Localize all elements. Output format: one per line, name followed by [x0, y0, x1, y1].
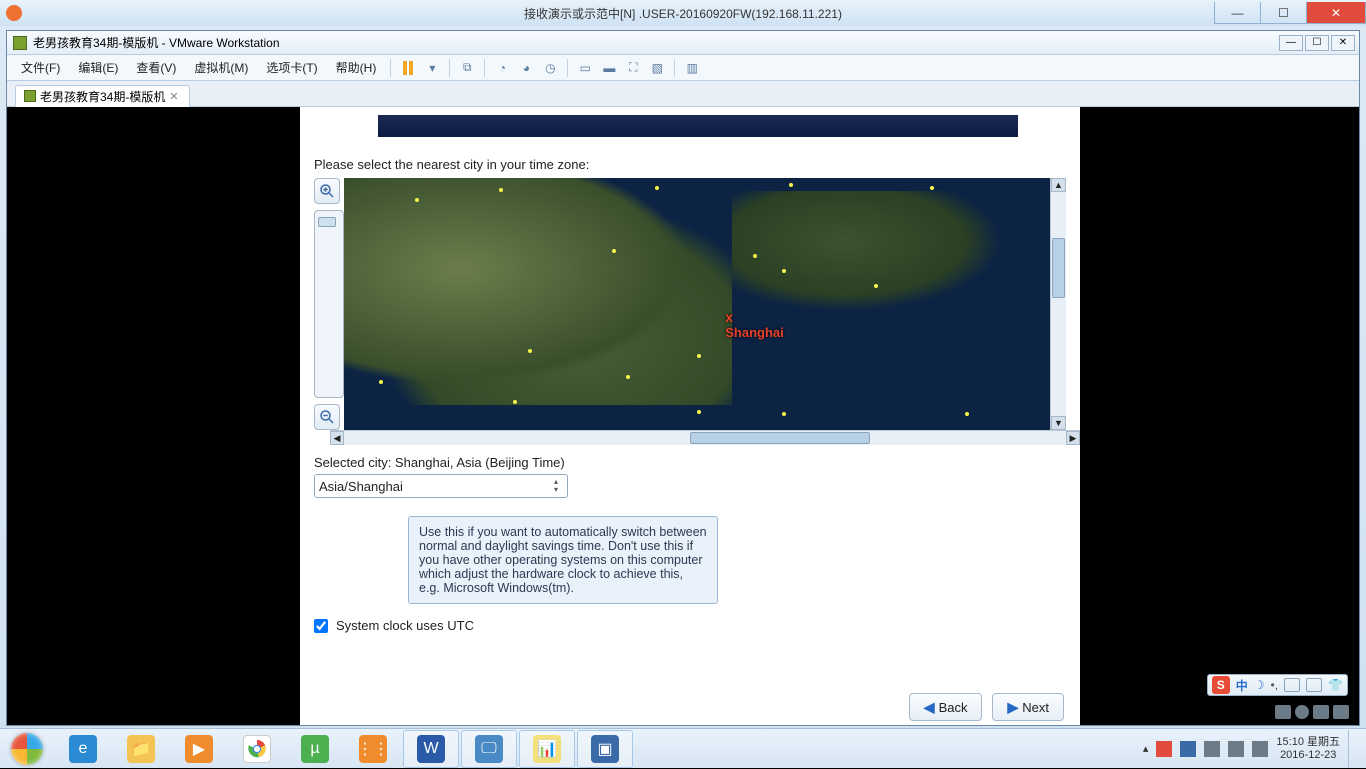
ime-punct-icon[interactable]: •,: [1271, 678, 1279, 692]
ime-settings-icon[interactable]: [1306, 678, 1322, 692]
installer-header-bar: [378, 115, 1018, 137]
toolbar-view-console-button[interactable]: ▬: [598, 58, 620, 78]
vm-device-usb-icon[interactable]: [1333, 705, 1349, 719]
remote-title: 接收演示或示范中[N] .USER-20160920FW(192.168.11.…: [524, 5, 842, 22]
windows-logo-icon: [11, 733, 43, 765]
toolbar-snapshot-revert-button[interactable]: ◕: [515, 58, 537, 78]
toolbar-library-button[interactable]: ▥: [681, 58, 703, 78]
toolbar-pause-button[interactable]: [397, 58, 419, 78]
selected-city-label: Selected city: Shanghai, Asia (Beijing T…: [314, 455, 1080, 470]
window-maximize-button[interactable]: ☐: [1260, 2, 1306, 24]
remote-app-icon: [6, 5, 22, 21]
show-desktop-button[interactable]: [1348, 730, 1358, 768]
vmware-close-button[interactable]: ✕: [1331, 35, 1355, 51]
menu-file[interactable]: 文件(F): [13, 56, 68, 79]
vmware-maximize-button[interactable]: ☐: [1305, 35, 1329, 51]
taskbar-app-orange-button[interactable]: ⋮⋮: [345, 730, 401, 768]
system-clock-utc-label: System clock uses UTC: [336, 618, 474, 633]
toolbar-snapshot-button[interactable]: ◔: [491, 58, 513, 78]
timezone-prompt: Please select the nearest city in your t…: [314, 157, 1080, 172]
vmware-icon: [13, 36, 27, 50]
toolbar-send-ctrl-alt-del-button[interactable]: ⧉: [456, 58, 478, 78]
taskbar-mediaplayer-button[interactable]: ▶: [171, 730, 227, 768]
vm-tab[interactable]: 老男孩教育34期-模版机 ✕: [15, 85, 190, 107]
selected-city-marker: xShanghai: [725, 309, 784, 340]
map-zoom-out-button[interactable]: [314, 404, 340, 430]
vm-device-hdd-icon[interactable]: [1275, 705, 1291, 719]
ime-softkeyboard-icon[interactable]: [1284, 678, 1300, 692]
timezone-value: Asia/Shanghai: [319, 479, 403, 494]
remote-titlebar: 接收演示或示范中[N] .USER-20160920FW(192.168.11.…: [0, 0, 1366, 26]
tray-flag-icon[interactable]: [1156, 741, 1172, 757]
vmware-menubar: 文件(F) 编辑(E) 查看(V) 虚拟机(M) 选项卡(T) 帮助(H) ▾ …: [7, 55, 1359, 81]
toolbar-fullscreen-button[interactable]: ⛶: [622, 58, 644, 78]
timezone-combobox[interactable]: Asia/Shanghai ▴▾: [314, 474, 568, 498]
window-minimize-button[interactable]: —: [1214, 2, 1260, 24]
tray-chevron-icon[interactable]: ▴: [1143, 742, 1149, 755]
tray-clock[interactable]: 15:10 星期五 2016-12-23: [1276, 736, 1340, 762]
vm-device-cd-icon[interactable]: [1295, 705, 1309, 719]
vmware-title: 老男孩教育34期-模版机 - VMware Workstation: [33, 34, 280, 51]
menu-vm[interactable]: 虚拟机(M): [186, 56, 256, 79]
next-button[interactable]: ▶Next: [992, 693, 1064, 721]
vm-tab-label: 老男孩教育34期-模版机: [40, 88, 165, 105]
sogou-ime-icon[interactable]: S: [1212, 676, 1230, 694]
vm-device-net-icon[interactable]: [1313, 705, 1329, 719]
vm-display[interactable]: Please select the nearest city in your t…: [7, 107, 1359, 725]
vmware-titlebar: 老男孩教育34期-模版机 - VMware Workstation — ☐ ✕: [7, 31, 1359, 55]
taskbar-explorer-button[interactable]: 📁: [113, 730, 169, 768]
ime-toolbar[interactable]: S 中 ☽ •, 👕: [1207, 674, 1348, 696]
vm-tab-close-icon[interactable]: ✕: [169, 90, 181, 102]
back-button[interactable]: ◀Back: [909, 693, 983, 721]
taskbar-notes-button[interactable]: 📊: [519, 730, 575, 768]
vmware-tabbar: 老男孩教育34期-模版机 ✕: [7, 81, 1359, 107]
toolbar-snapshot-manager-button[interactable]: ◷: [539, 58, 561, 78]
system-clock-utc-checkbox[interactable]: [314, 619, 328, 633]
taskbar-remote-button[interactable]: 🖵: [461, 730, 517, 768]
window-close-button[interactable]: ✕: [1306, 2, 1366, 24]
map-horizontal-scrollbar[interactable]: ◀ ▶: [300, 430, 1080, 445]
menu-tabs[interactable]: 选项卡(T): [258, 56, 325, 79]
combobox-spinner-icon[interactable]: ▴▾: [549, 478, 563, 494]
vmware-window: 老男孩教育34期-模版机 - VMware Workstation — ☐ ✕ …: [6, 30, 1360, 726]
taskbar-vmware-button[interactable]: ▣: [577, 730, 633, 768]
taskbar-chrome-button[interactable]: [229, 730, 285, 768]
toolbar-power-dropdown[interactable]: ▾: [421, 58, 443, 78]
map-zoom-slider[interactable]: [314, 210, 344, 398]
map-zoom-in-button[interactable]: [314, 178, 340, 204]
map-vertical-scrollbar[interactable]: ▲ ▼: [1050, 178, 1066, 430]
menu-edit[interactable]: 编辑(E): [70, 56, 126, 79]
toolbar-view-single-button[interactable]: ▭: [574, 58, 596, 78]
taskbar-ie-button[interactable]: e: [55, 730, 111, 768]
system-tray: ▴ 15:10 星期五 2016-12-23: [1143, 730, 1366, 768]
taskbar-utorrent-button[interactable]: µ: [287, 730, 343, 768]
vmware-minimize-button[interactable]: —: [1279, 35, 1303, 51]
ime-language-indicator[interactable]: 中: [1236, 677, 1248, 694]
tray-network-icon[interactable]: [1204, 741, 1220, 757]
installer-panel: Please select the nearest city in your t…: [300, 107, 1080, 725]
windows-taskbar: e 📁 ▶ µ ⋮⋮ W 🖵 📊 ▣ ▴ 15:10 星期五 2016-12-2…: [0, 728, 1366, 768]
utc-tooltip: Use this if you want to automatically sw…: [408, 516, 718, 604]
taskbar-word-button[interactable]: W: [403, 730, 459, 768]
tray-volume-icon[interactable]: [1228, 741, 1244, 757]
menu-view[interactable]: 查看(V): [128, 56, 184, 79]
tray-battery-icon[interactable]: [1252, 741, 1268, 757]
timezone-map[interactable]: xShanghai: [344, 178, 1050, 430]
menu-help[interactable]: 帮助(H): [328, 56, 385, 79]
ime-moon-icon[interactable]: ☽: [1254, 678, 1265, 692]
vm-tab-icon: [24, 90, 36, 102]
ime-skin-icon[interactable]: 👕: [1328, 678, 1343, 692]
start-button[interactable]: [0, 729, 54, 769]
toolbar-unity-button[interactable]: ▧: [646, 58, 668, 78]
tray-shield-icon[interactable]: [1180, 741, 1196, 757]
